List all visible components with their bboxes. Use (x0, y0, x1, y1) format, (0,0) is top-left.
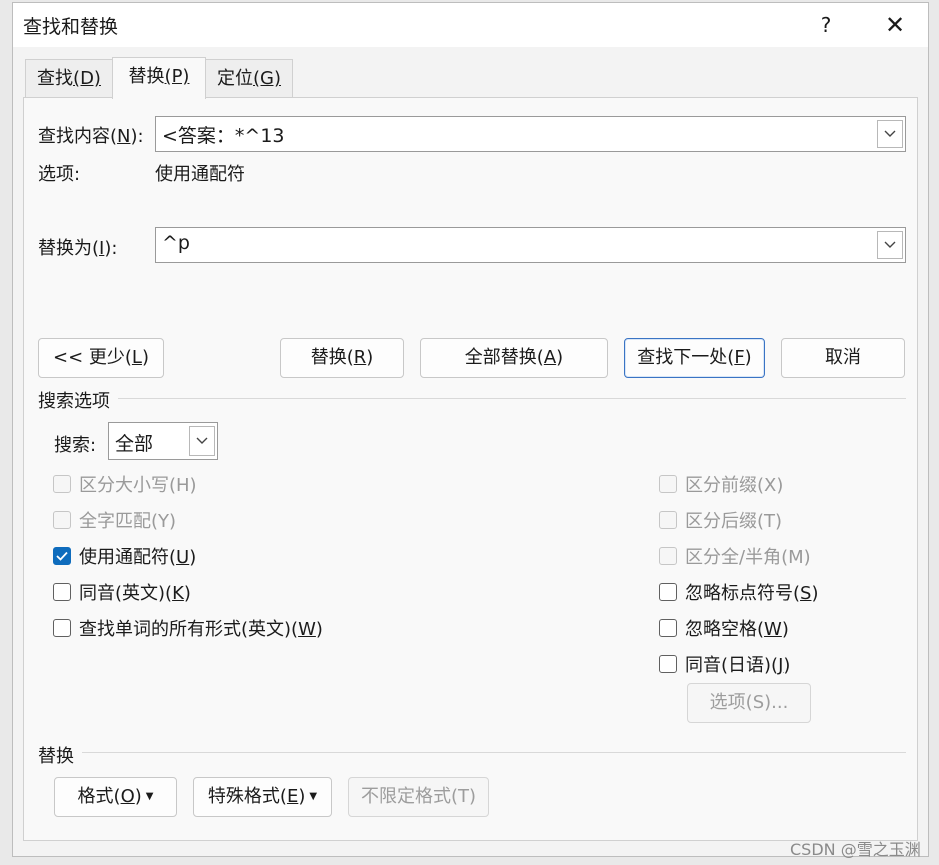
search-direction-dropdown[interactable] (189, 426, 215, 456)
options-label: 选项: (38, 164, 81, 185)
replace-with-label: 替换为(I): (38, 238, 118, 259)
replace-section-divider (82, 752, 906, 753)
watermark: CSDN @雪之玉渊 (790, 840, 921, 859)
title-bar: 查找和替换 ? ✕ (13, 3, 928, 47)
replace-with-input[interactable]: ^p (162, 232, 190, 254)
checkbox-box (53, 547, 71, 565)
checkbox-box (53, 511, 71, 529)
search-direction-value: 全部 (115, 433, 154, 455)
replace-section-title: 替换 (38, 746, 74, 767)
chevron-down-icon (884, 130, 896, 137)
checkbox-box (659, 511, 677, 529)
replace-button[interactable]: 替换(R) (280, 338, 404, 378)
cancel-button[interactable]: 取消 (781, 338, 905, 378)
options-more-button[interactable]: 选项(S)... (687, 683, 811, 723)
no-formatting-button[interactable]: 不限定格式(T) (348, 777, 489, 817)
checkbox-box (53, 619, 71, 637)
replace-panel: 查找内容(N): <答案：*^13 选项: 使用通配符 替换为(I): ^p <… (23, 97, 918, 841)
checkbox-box (659, 619, 677, 637)
match-case-checkbox[interactable]: 区分大小写(H) (53, 471, 197, 497)
find-what-input[interactable]: <答案：*^13 (162, 121, 285, 148)
ignore-whitespace-checkbox[interactable]: 忽略空格(W) (659, 615, 789, 641)
find-what-combo[interactable]: <答案：*^13 (155, 116, 906, 152)
tab-goto[interactable]: 定位(G) (205, 59, 293, 97)
less-button[interactable]: << 更少(L) (38, 338, 164, 378)
chevron-down-icon (196, 437, 208, 444)
checkbox-box (659, 547, 677, 565)
match-prefix-checkbox[interactable]: 区分前缀(X) (659, 471, 783, 497)
search-direction-label: 搜索: (54, 435, 97, 456)
checkbox-box (659, 655, 677, 673)
close-button[interactable]: ✕ (875, 9, 915, 41)
find-what-label: 查找内容(N): (38, 126, 144, 147)
find-next-button[interactable]: 查找下一处(F) (624, 338, 765, 378)
replace-with-combo[interactable]: ^p (155, 227, 906, 263)
ignore-punctuation-checkbox[interactable]: 忽略标点符号(S) (659, 579, 819, 605)
search-options-divider (118, 398, 906, 399)
all-word-forms-checkbox[interactable]: 查找单词的所有形式(英文)(W) (53, 615, 323, 641)
chevron-down-icon (884, 241, 896, 248)
options-value: 使用通配符 (155, 164, 245, 185)
use-wildcards-checkbox[interactable]: 使用通配符(U) (53, 543, 196, 569)
format-button[interactable]: 格式(O) ▼ (54, 777, 177, 817)
replace-history-dropdown[interactable] (877, 231, 903, 259)
caret-down-icon: ▼ (145, 791, 154, 802)
sounds-like-japanese-checkbox[interactable]: 同音(日语)(J) (659, 651, 790, 677)
search-direction-select[interactable]: 全部 (108, 422, 218, 460)
checkbox-box (53, 583, 71, 601)
whole-word-checkbox[interactable]: 全字匹配(Y) (53, 507, 176, 533)
special-format-button[interactable]: 特殊格式(E) ▼ (193, 777, 332, 817)
replace-all-button[interactable]: 全部替换(A) (420, 338, 608, 378)
match-suffix-checkbox[interactable]: 区分后缀(T) (659, 507, 782, 533)
sounds-like-checkbox[interactable]: 同音(英文)(K) (53, 579, 191, 605)
find-history-dropdown[interactable] (877, 120, 903, 148)
window-title: 查找和替换 (23, 16, 119, 38)
tab-replace[interactable]: 替换(P) (112, 57, 206, 99)
checkbox-box (53, 475, 71, 493)
search-options-title: 搜索选项 (38, 391, 110, 412)
help-button[interactable]: ? (809, 9, 843, 41)
caret-down-icon: ▼ (309, 791, 318, 802)
checkbox-box (659, 475, 677, 493)
tab-find[interactable]: 查找(D) (25, 59, 113, 97)
checkmark-icon (56, 551, 68, 561)
find-replace-dialog: 查找和替换 ? ✕ 查找(D) 替换(P) 定位(G) 查找内容(N): <答案… (12, 2, 929, 857)
match-width-checkbox[interactable]: 区分全/半角(M) (659, 543, 811, 569)
checkbox-box (659, 583, 677, 601)
